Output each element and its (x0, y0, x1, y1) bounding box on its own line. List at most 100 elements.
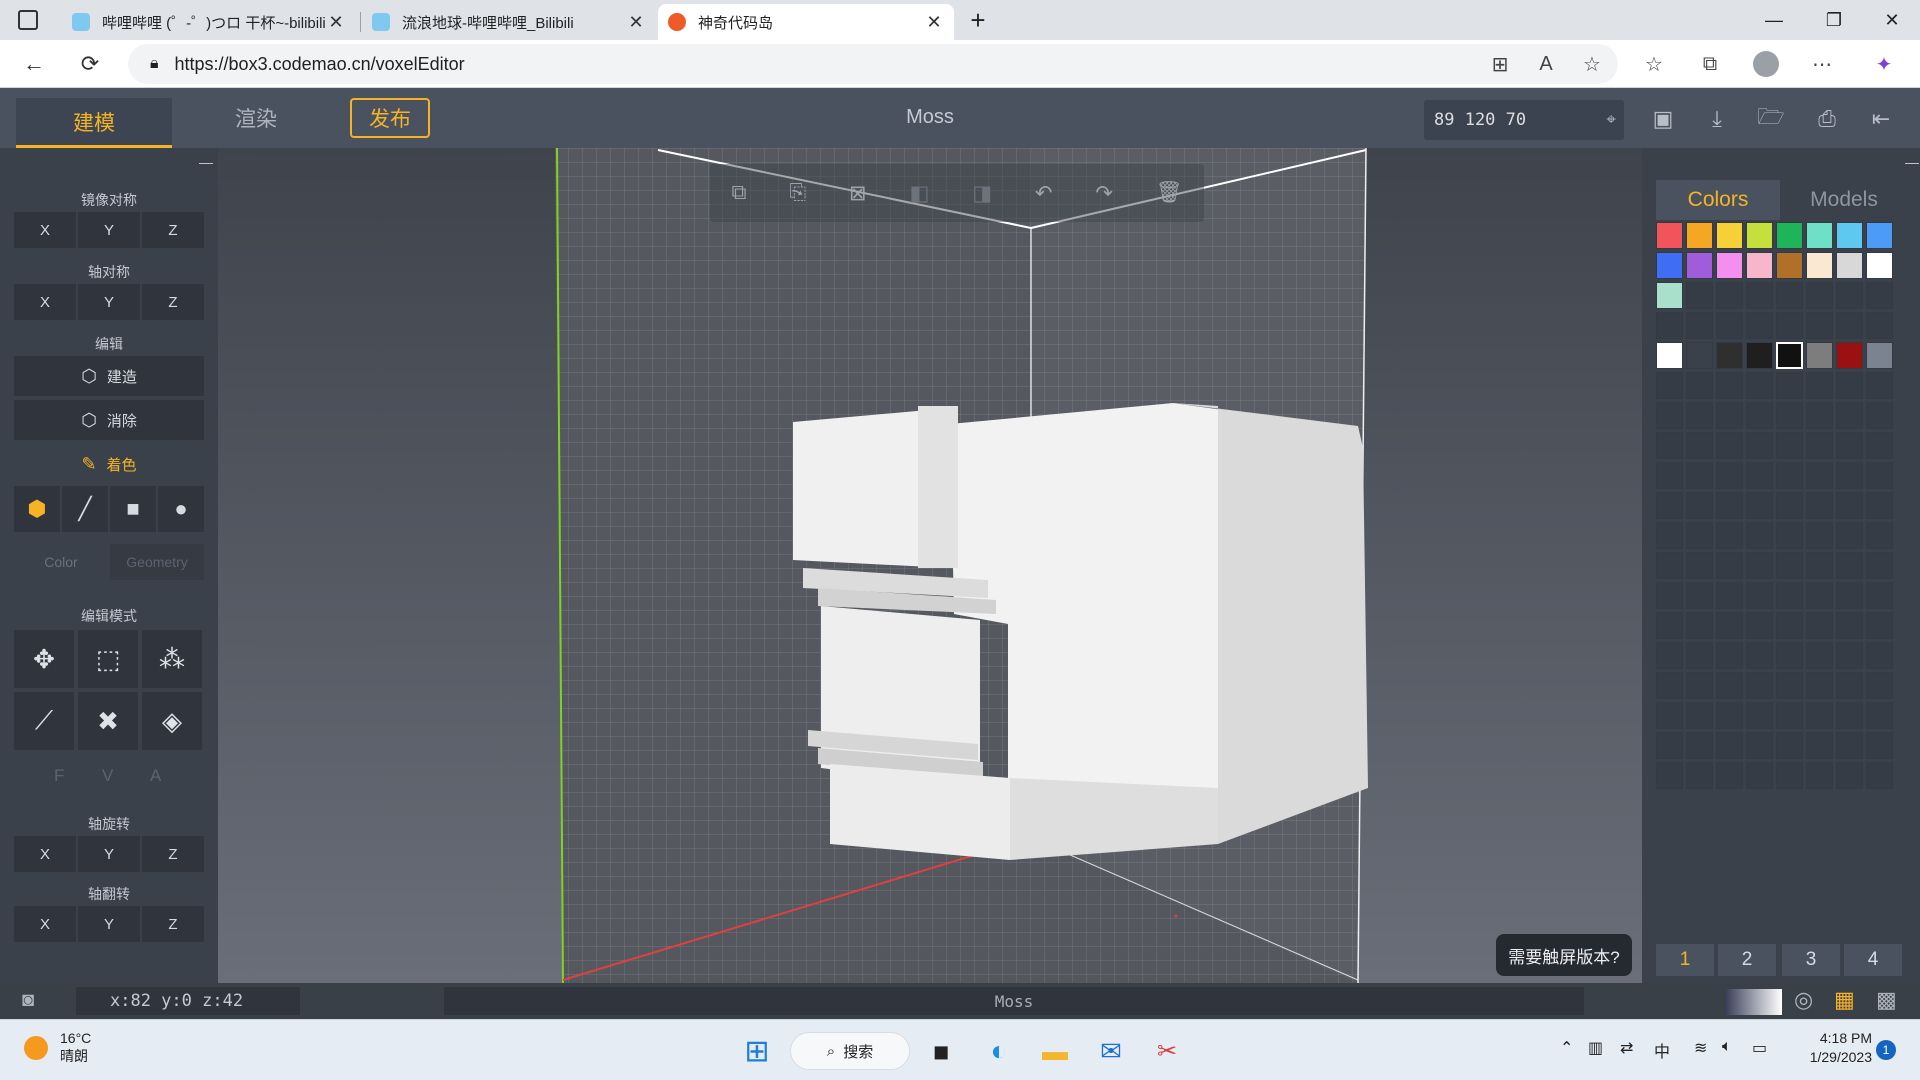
empty-swatch[interactable] (1806, 462, 1833, 489)
empty-swatch[interactable] (1866, 312, 1893, 339)
empty-swatch[interactable] (1806, 372, 1833, 399)
empty-swatch[interactable] (1716, 612, 1743, 639)
empty-swatch[interactable] (1686, 492, 1713, 519)
empty-swatch[interactable] (1656, 672, 1683, 699)
empty-swatch[interactable] (1866, 492, 1893, 519)
flip-y-button[interactable]: Y (78, 906, 140, 942)
empty-swatch[interactable] (1776, 552, 1803, 579)
empty-swatch[interactable] (1686, 552, 1713, 579)
tab-bilibili-movie[interactable]: 流浪地球-哔哩哔哩_Bilibili ✕ (362, 4, 656, 40)
print-icon[interactable]: ⎙ (1812, 104, 1842, 134)
empty-swatch[interactable] (1746, 522, 1773, 549)
brush-line-button[interactable]: ╱ (62, 486, 108, 532)
empty-swatch[interactable] (1686, 522, 1713, 549)
select-tool-button[interactable]: ⬚ (78, 630, 138, 688)
empty-swatch[interactable] (1836, 582, 1863, 609)
color-swatch[interactable] (1656, 282, 1683, 309)
mode-v-button[interactable]: V (102, 766, 113, 786)
empty-swatch[interactable] (1836, 282, 1863, 309)
rotate-z-button[interactable]: Z (142, 836, 204, 872)
empty-swatch[interactable] (1806, 282, 1833, 309)
empty-swatch[interactable] (1836, 642, 1863, 669)
empty-swatch[interactable] (1806, 642, 1833, 669)
lock-icon[interactable]: 🔒︎ (150, 55, 159, 73)
paint-button[interactable]: ✎ 着色 (14, 444, 204, 484)
empty-swatch[interactable] (1716, 762, 1743, 789)
window-close-icon[interactable]: ✕ (1864, 0, 1920, 40)
color-swatch[interactable] (1656, 342, 1683, 369)
brush-color-tab[interactable]: Color (14, 544, 108, 580)
read-aloud-icon[interactable]: A (1530, 48, 1562, 80)
empty-swatch[interactable] (1656, 552, 1683, 579)
empty-swatch[interactable] (1836, 732, 1863, 759)
empty-swatch[interactable] (1776, 282, 1803, 309)
ungroup-icon[interactable]: ◨ (972, 181, 992, 206)
tab-codemao[interactable]: 神奇代码岛 ✕ (658, 4, 954, 40)
empty-swatch[interactable] (1866, 612, 1893, 639)
color-swatch[interactable] (1776, 252, 1803, 279)
empty-swatch[interactable] (1686, 732, 1713, 759)
empty-swatch[interactable] (1656, 732, 1683, 759)
mode-f-button[interactable]: F (54, 766, 64, 786)
empty-swatch[interactable] (1716, 282, 1743, 309)
color-swatch[interactable] (1746, 342, 1773, 369)
empty-swatch[interactable] (1686, 372, 1713, 399)
restore-icon[interactable]: ❐ (1806, 0, 1862, 40)
empty-swatch[interactable] (1716, 702, 1743, 729)
empty-swatch[interactable] (1656, 522, 1683, 549)
empty-swatch[interactable] (1716, 522, 1743, 549)
empty-swatch[interactable] (1746, 702, 1773, 729)
empty-swatch[interactable] (1746, 732, 1773, 759)
empty-swatch[interactable] (1746, 612, 1773, 639)
copy-icon[interactable]: ⧉ (731, 181, 746, 205)
tab-bilibili-home[interactable]: 哔哩哔哩 (゜-゜)つロ 干杯~-bilibili ✕ (62, 4, 356, 40)
empty-swatch[interactable] (1686, 462, 1713, 489)
empty-swatch[interactable] (1866, 372, 1893, 399)
empty-swatch[interactable] (1746, 492, 1773, 519)
empty-swatch[interactable] (1806, 492, 1833, 519)
empty-swatch[interactable] (1656, 312, 1683, 339)
empty-swatch[interactable] (1836, 672, 1863, 699)
flip-x-button[interactable]: X (14, 906, 76, 942)
minimize-icon[interactable]: — (1746, 0, 1802, 40)
palette-page-4[interactable]: 4 (1844, 944, 1902, 976)
empty-swatch[interactable] (1746, 642, 1773, 669)
color-swatch[interactable] (1716, 252, 1743, 279)
empty-swatch[interactable] (1716, 462, 1743, 489)
empty-swatch[interactable] (1656, 432, 1683, 459)
more-icon[interactable]: ⋯ (1806, 48, 1838, 80)
empty-swatch[interactable] (1806, 612, 1833, 639)
empty-swatch[interactable] (1776, 402, 1803, 429)
empty-swatch[interactable] (1836, 462, 1863, 489)
camera-icon[interactable]: ◙ (22, 989, 34, 1012)
collapse-left-icon[interactable]: — (198, 154, 214, 170)
color-swatch[interactable] (1716, 342, 1743, 369)
empty-swatch[interactable] (1866, 432, 1893, 459)
save-icon[interactable]: ▣ (1648, 104, 1678, 134)
empty-swatch[interactable] (1686, 702, 1713, 729)
empty-swatch[interactable] (1866, 522, 1893, 549)
refresh-button[interactable]: ⟳ (72, 46, 108, 82)
voxel-viewport[interactable]: ⧉ ⎘ ⊠ ◧ ◨ ↶ ↷ 🗑︎ (218, 148, 1642, 983)
color-swatch[interactable] (1806, 252, 1833, 279)
tab-models[interactable]: Models (1782, 180, 1906, 220)
delete-voxel-button[interactable]: ✖ (78, 692, 138, 750)
empty-swatch[interactable] (1746, 582, 1773, 609)
empty-swatch[interactable] (1866, 552, 1893, 579)
axis-sym-z-button[interactable]: Z (142, 284, 204, 320)
favorites-icon[interactable]: ☆ (1638, 48, 1670, 80)
color-swatch[interactable] (1686, 222, 1713, 249)
battery-icon[interactable]: ▭ (1752, 1038, 1767, 1058)
publish-button[interactable]: 发布 (350, 98, 430, 138)
grid-toggle-icon[interactable]: ▦ (1834, 987, 1855, 1013)
palette-page-3[interactable]: 3 (1782, 944, 1840, 976)
exit-icon[interactable]: ⇤ (1866, 104, 1896, 134)
empty-swatch[interactable] (1686, 432, 1713, 459)
notification-badge[interactable]: 1 (1876, 1040, 1896, 1060)
scene-canvas[interactable] (218, 148, 1642, 983)
empty-swatch[interactable] (1716, 582, 1743, 609)
empty-swatch[interactable] (1746, 672, 1773, 699)
empty-swatch[interactable] (1806, 582, 1833, 609)
empty-swatch[interactable] (1806, 312, 1833, 339)
empty-swatch[interactable] (1716, 372, 1743, 399)
